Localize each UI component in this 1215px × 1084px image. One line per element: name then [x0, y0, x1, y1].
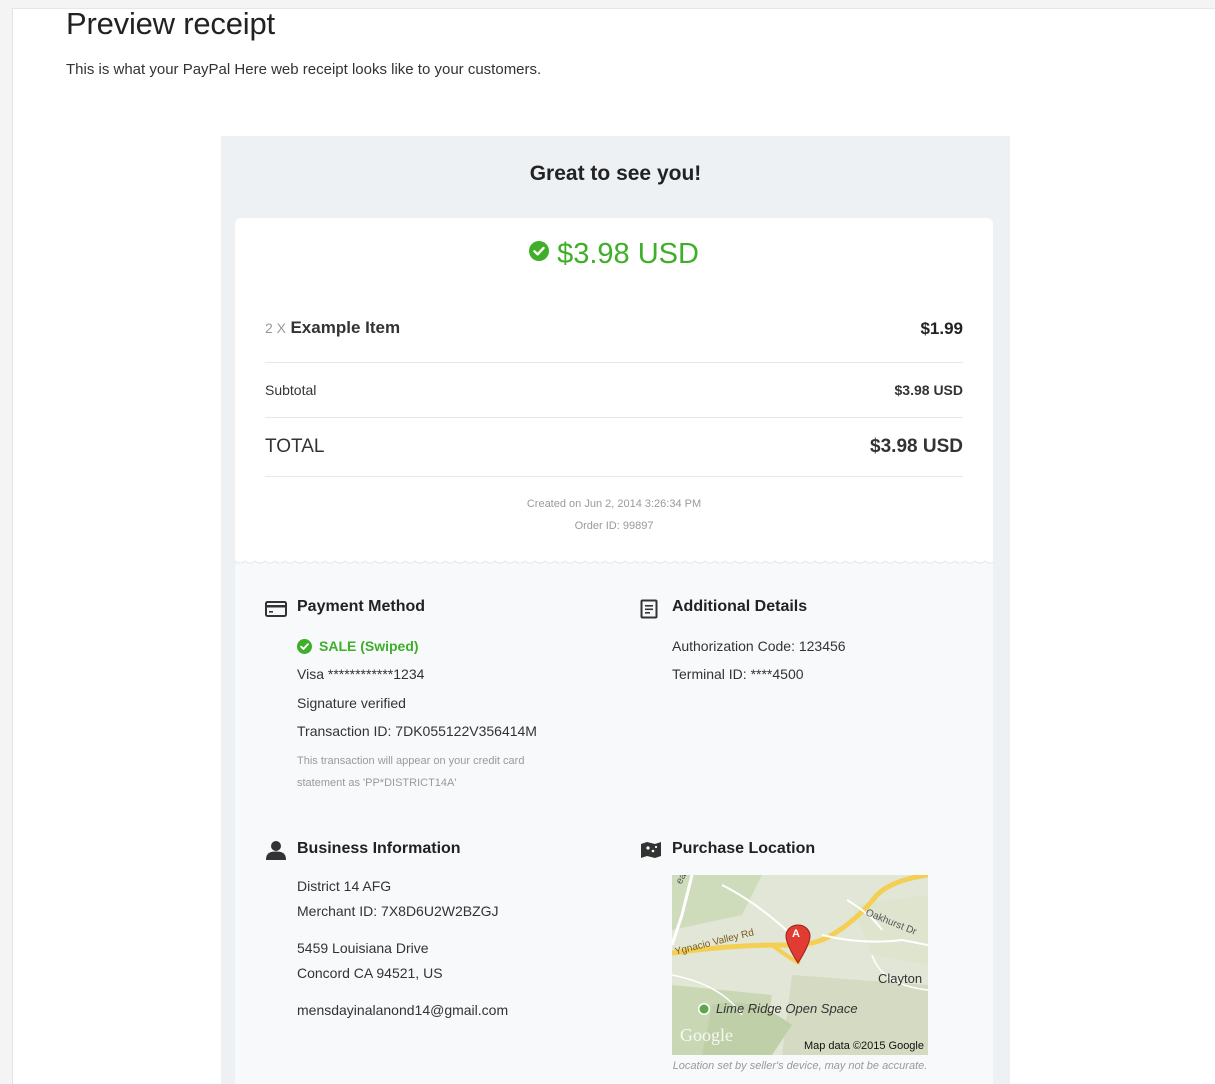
address-line-2: Concord CA 94521, US [297, 965, 443, 981]
business-email[interactable]: mensdayinalanond14@gmail.com [297, 1002, 508, 1018]
map-attribution: Map data ©2015 Google [803, 1040, 924, 1052]
check-circle-icon [297, 639, 312, 659]
payment-method-title: Payment Method [297, 598, 426, 615]
transaction-id: Transaction ID: 7DK055122V356414M [297, 723, 537, 739]
statement-note-line: statement as 'PP*DISTRICT14A' [297, 777, 457, 789]
statement-note-line: This transaction will appear on your cre… [297, 755, 525, 767]
window-left-rail [0, 8, 13, 1084]
item-name: Example Item [290, 318, 401, 337]
total-row: TOTAL $3.98 USD [265, 436, 963, 458]
address-line-1: 5459 Louisiana Drive [297, 940, 429, 956]
location-note: Location set by seller's device, may not… [672, 1060, 928, 1072]
business-name: District 14 AFG [297, 878, 392, 894]
amount-text: $3.98 USD [557, 238, 699, 270]
item-price: $1.99 [920, 319, 963, 338]
statement-note: This transaction will appear on your cre… [297, 750, 524, 794]
receipt-greeting: Great to see you! [529, 162, 702, 185]
google-logo: Google [680, 1025, 733, 1045]
business-info-title: Business Information [297, 840, 461, 857]
receipt-summary-card: $3.98 USD 2 X Example Item $1.99 Subtota… [235, 218, 993, 563]
merchant-id: Merchant ID: 7X8D6U2W2BZGJ [297, 903, 499, 919]
divider [265, 476, 963, 477]
terminal-id: Terminal ID: ****4500 [672, 666, 804, 682]
map-marker-label: A [792, 928, 800, 940]
signature-status: Signature verified [297, 695, 406, 711]
sale-status: SALE (Swiped) [319, 638, 419, 654]
map-icon [640, 841, 662, 864]
check-circle-icon [529, 236, 550, 269]
authorization-code: Authorization Code: 123456 [672, 638, 846, 654]
subtotal-row: Subtotal $3.98 USD [265, 382, 963, 398]
person-icon [265, 840, 287, 865]
divider [265, 362, 963, 363]
created-date: Created on Jun 2, 2014 3:26:34 PM [526, 498, 702, 510]
receipt-details: Payment Method SALE (Swiped) Visa ******… [235, 565, 993, 1084]
page-title: Preview receipt [66, 6, 275, 41]
receipt-amount: $3.98 USD [235, 238, 993, 272]
total-label: TOTAL [265, 436, 325, 457]
map-label: Lime Ridge Open Space [716, 1001, 858, 1016]
card-number: Visa ************1234 [297, 666, 425, 682]
subtotal-label: Subtotal [265, 382, 317, 398]
order-id: Order ID: 99897 [574, 520, 654, 532]
location-map[interactable]: ear Blvd Ygnacio Valley Rd A Oakhurst Dr… [672, 875, 928, 1055]
subtotal-value: $3.98 USD [894, 382, 963, 398]
line-item: 2 X Example Item $1.99 [265, 318, 963, 342]
map-label: Clayton [878, 971, 923, 986]
total-value: $3.98 USD [870, 436, 963, 457]
page-subtitle: This is what your PayPal Here web receip… [66, 61, 542, 78]
purchase-location-title: Purchase Location [672, 840, 816, 857]
divider [265, 417, 963, 418]
credit-card-icon [265, 601, 287, 622]
receipt-preview: Great to see you! $3.98 USD 2 X Example … [221, 136, 1010, 1084]
additional-details-title: Additional Details [672, 598, 808, 615]
item-quantity: 2 X [265, 320, 287, 336]
document-icon [640, 599, 658, 624]
